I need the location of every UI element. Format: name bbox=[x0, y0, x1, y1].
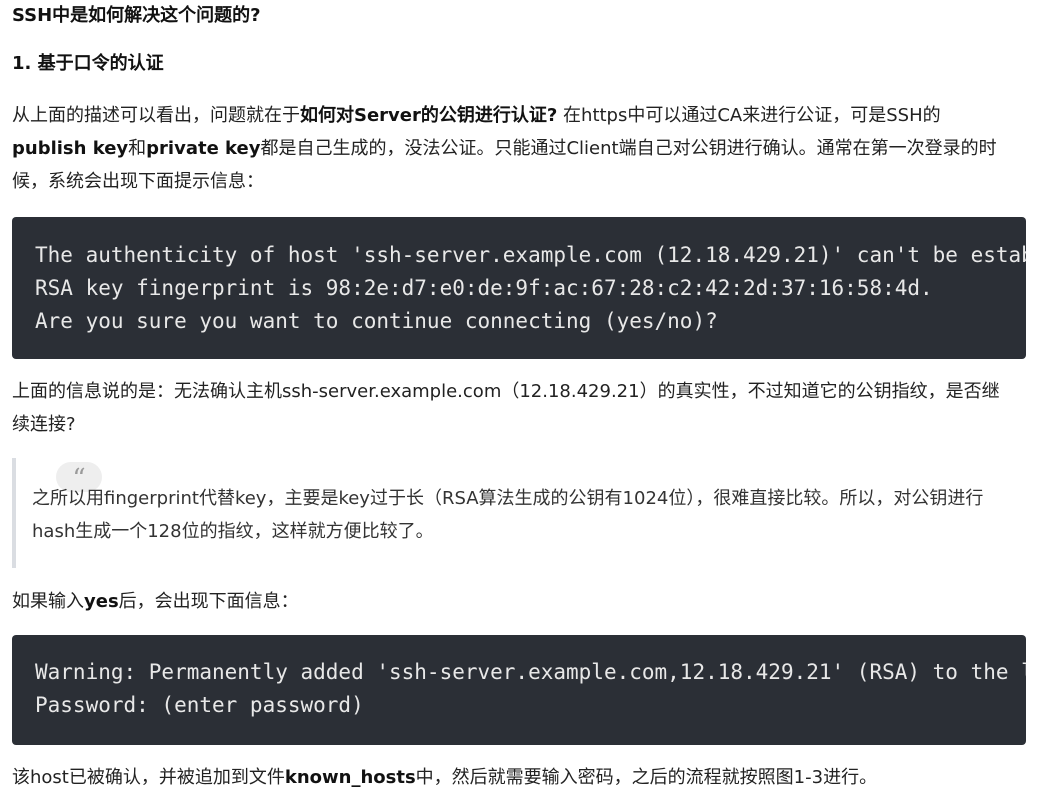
text-span: 中，然后就需要输入密码，之后的流程就按照图1-3进行。 bbox=[415, 767, 878, 788]
paragraph-yes: 如果输入yes后，会出现下面信息： bbox=[12, 585, 299, 618]
code-line: Are you sure you want to continue connec… bbox=[35, 309, 718, 333]
code-line: RSA key fingerprint is 98:2e:d7:e0:de:9f… bbox=[35, 276, 933, 300]
subsection-heading: 1. 基于口令的认证 bbox=[12, 53, 164, 74]
code-line: Warning: Permanently added 'ssh-server.e… bbox=[35, 660, 1026, 684]
text-span: 该host已被确认，并被追加到文件 bbox=[12, 767, 285, 788]
code-block-host-prompt[interactable]: The authenticity of host 'ssh-server.exa… bbox=[12, 217, 1026, 359]
bold-span: publish key bbox=[12, 138, 129, 159]
blockquote: “ 之所以用fingerprint代替key，主要是key过于长（RSA算法生成… bbox=[12, 458, 1016, 568]
text-span: 如果输入 bbox=[12, 591, 84, 612]
code-block-known-hosts[interactable]: Warning: Permanently added 'ssh-server.e… bbox=[12, 635, 1026, 745]
text-span: 在https中可以通过CA来进行公证，可是SSH的 bbox=[557, 105, 941, 126]
section-heading: SSH中是如何解决这个问题的? bbox=[12, 5, 261, 26]
bold-span: known_hosts bbox=[284, 767, 416, 788]
text-span: 后，会出现下面信息： bbox=[118, 591, 299, 612]
bold-span: yes bbox=[84, 591, 119, 612]
paragraph-intro: 从上面的描述可以看出，问题就在于如何对Server的公钥进行认证? 在https… bbox=[12, 99, 1012, 198]
text-span: 从上面的描述可以看出，问题就在于 bbox=[12, 105, 300, 126]
code-line: Password: (enter password) bbox=[35, 693, 364, 717]
quote-text: 之所以用fingerprint代替key，主要是key过于长（RSA算法生成的公… bbox=[32, 488, 984, 542]
text-span: 和 bbox=[128, 138, 147, 159]
code-line: The authenticity of host 'ssh-server.exa… bbox=[35, 243, 1026, 267]
bold-span: 如何对Server的公钥进行认证? bbox=[300, 105, 558, 126]
bold-span: private key bbox=[146, 138, 261, 159]
paragraph-explanation: 上面的信息说的是：无法确认主机ssh-server.example.com（12… bbox=[12, 381, 1000, 435]
paragraph-conclusion: 该host已被确认，并被追加到文件known_hosts中，然后就需要输入密码，… bbox=[12, 761, 877, 794]
